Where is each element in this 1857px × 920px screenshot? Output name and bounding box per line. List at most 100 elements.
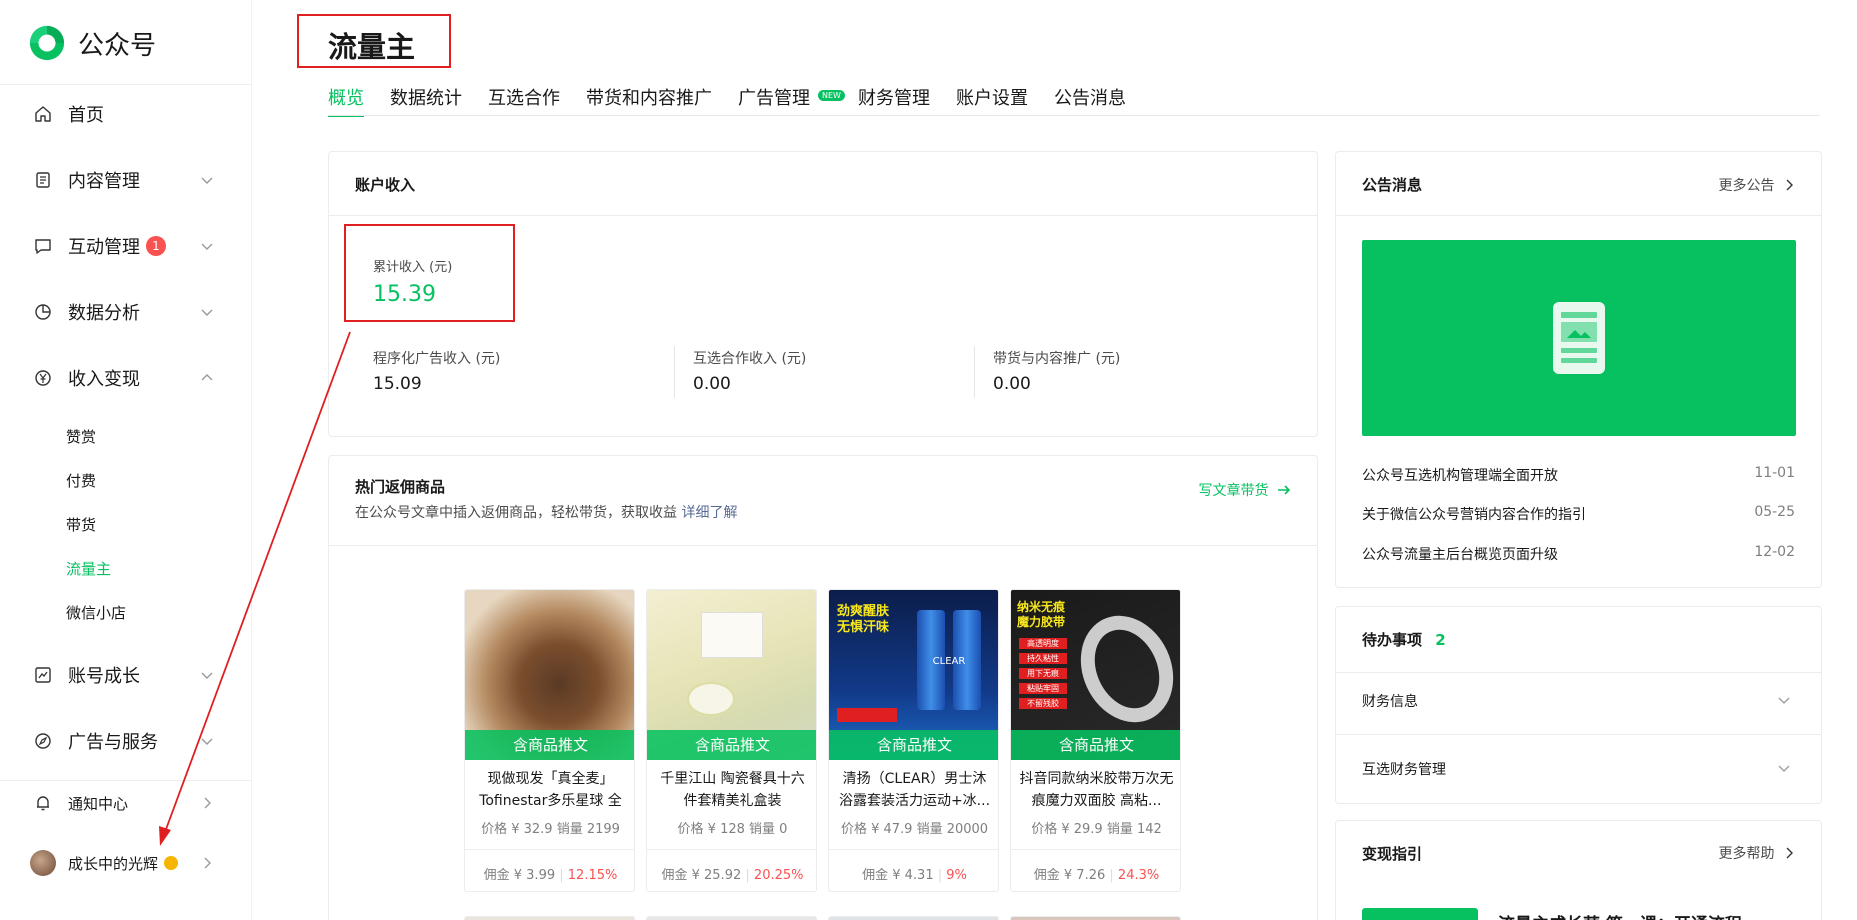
sidebar-item-ads-services[interactable]: 广告与服务 [0,719,252,763]
notices-title: 公告消息 [1362,176,1423,194]
notice-banner[interactable] [1362,240,1796,436]
price-value: 价格 ¥ 32.9 [481,822,553,837]
todo-item-label: 互选财务管理 [1362,762,1446,778]
commission-rate: 20.25% [753,868,804,883]
product-commission: 佣金 ¥ 4.31 | 9% [862,868,967,883]
sidebar-item-analytics[interactable]: 数据分析 [0,290,252,334]
user-profile[interactable]: 成长中的光辉 [0,841,252,885]
commerce-promotion-income-label: 带货与内容推广 (元) [993,351,1121,367]
todo-item-mutual-finance[interactable]: 互选财务管理 [1362,759,1791,779]
hot-products-title: 热门返佣商品 [355,478,446,496]
price-value: 价格 ¥ 29.9 [1031,822,1103,837]
hot-products-card: 热门返佣商品 在公众号文章中插入返佣商品，轻松带货，获取收益 详细了解 写文章带… [328,455,1318,920]
tab-overview[interactable]: 概览 [328,84,364,117]
tab-announcements[interactable]: 公告消息 [1054,84,1126,114]
more-help-link[interactable]: 更多帮助 [1719,843,1795,863]
price-value: 价格 ¥ 47.9 [840,822,913,837]
user-name: 成长中的光辉 [68,854,159,873]
product-card[interactable] [1010,916,1181,920]
write-article-link[interactable]: 写文章带货 [1199,480,1291,500]
sidebar-item-label: 收入变现 [68,369,140,390]
product-card[interactable]: 纳米无痕 魔力胶带 高透明度 持久粘性 用下无痕 粘贴牢固 不留残胶 含商品推文… [1010,589,1181,892]
logo[interactable]: 公众号 [28,24,156,62]
page-title: 流量主 [328,30,416,64]
product-card[interactable] [828,916,999,920]
sidebar-subitem-appreciation[interactable]: 赞赏 [66,426,96,447]
sidebar-item-growth[interactable]: 账号成长 [0,653,252,697]
sidebar-item-label: 首页 [68,105,104,126]
write-article-label: 写文章带货 [1198,483,1269,499]
guide-thumbnail[interactable] [1362,908,1478,920]
product-name: 千里江山 陶瓷餐具十六件套精美礼盒装 [660,771,805,809]
sidebar-item-interaction[interactable]: 互动管理 1 [0,224,252,268]
notice-item[interactable]: 公众号流量主后台概览页面升级 12-02 [1362,544,1795,564]
sidebar-item-notifications[interactable]: 通知中心 [0,781,252,825]
sidebar-item-monetization[interactable]: 收入变现 [0,356,252,400]
tab-account-settings[interactable]: 账户设置 [956,84,1028,114]
divider [1336,734,1821,735]
more-notices-label: 更多公告 [1718,178,1775,194]
sidebar-item-label: 账号成长 [68,666,140,687]
sidebar-subitem-traffic-owner[interactable]: 流量主 [66,558,111,579]
yuan-icon [34,369,52,387]
product-image-brand: CLEAR [932,656,966,667]
wechat-official-logo-icon [29,25,65,61]
sidebar-item-content[interactable]: 内容管理 [0,158,252,202]
document-illustration-icon [1553,302,1605,374]
sidebar-item-home[interactable]: 首页 [0,92,252,136]
sidebar-subitem-paid[interactable]: 付费 [66,470,96,491]
tab-commerce-promotion[interactable]: 带货和内容推广 [586,84,712,114]
sidebar-subitem-commerce[interactable]: 带货 [66,514,96,535]
product-ribbon: 含商品推文 [1011,730,1180,760]
sidebar: 公众号 首页 内容管理 互动管理 1 数据分析 收入变现 赞赏 付费 带货 流量… [0,0,252,920]
tab-ad-management[interactable]: 广告管理 NEW [738,84,845,114]
verified-badge-icon [164,856,179,870]
product-image-headline: 纳米无痕 魔力胶带 [1017,600,1066,629]
mutual-cooperation-income-label: 互选合作收入 (元) [693,351,807,367]
notice-date: 12-02 [1754,544,1795,560]
sidebar-item-label: 数据分析 [68,303,140,324]
todo-title-label: 待办事项 [1362,631,1423,649]
tape-tag: 粘贴牢固 [1019,683,1067,694]
document-icon [34,171,52,189]
chevron-right-icon [204,857,211,869]
product-price: 价格 ¥ 128 销量 0 [647,818,816,837]
learn-more-link[interactable]: 详细了解 [681,505,737,521]
notice-item[interactable]: 关于微信公众号营销内容合作的指引 05-25 [1362,504,1795,524]
sidebar-subitem-wechat-store[interactable]: 微信小店 [66,602,126,623]
notice-date: 11-01 [1754,465,1795,481]
divider [829,849,998,850]
notices-card: 公告消息 更多公告 公众号互选机构管理端全面开放 11-01 关于微信公众号营销… [1335,151,1822,588]
product-card[interactable]: 含商品推文 千里江山 陶瓷餐具十六件套精美礼盒装 价格 ¥ 128 销量 0 佣… [646,589,817,892]
compass-icon [34,732,52,750]
product-card[interactable] [464,916,635,920]
notice-item[interactable]: 公众号互选机构管理端全面开放 11-01 [1362,465,1795,485]
programmatic-ad-income-label: 程序化广告收入 (元) [373,351,501,367]
price-value: 价格 ¥ 128 [677,822,745,837]
tab-finance[interactable]: 财务管理 [858,84,930,114]
chevron-right-icon [1786,847,1793,859]
tape-tag: 不留残胶 [1019,698,1067,709]
total-income-label: 累计收入 (元) [373,260,453,275]
todo-title: 待办事项 2 [1362,629,1446,650]
product-commission: 佣金 ¥ 25.92 | 20.25% [661,868,804,883]
chevron-up-icon [201,374,213,381]
product-card[interactable]: 含商品推文 现做现发「真全麦」Tofinestar多乐星球 全麦... 价格 ¥… [464,589,635,892]
chat-icon [34,237,52,255]
more-notices-link[interactable]: 更多公告 [1719,175,1795,195]
product-ribbon: 含商品推文 [647,730,816,760]
tab-mutual-selection[interactable]: 互选合作 [488,84,560,114]
divider [0,84,252,85]
chevron-down-icon [201,177,213,184]
divider [674,346,675,398]
todo-item-finance[interactable]: 财务信息 [1362,691,1791,711]
guide-item[interactable]: 流量主成长营 第一课：开通流程 [1498,910,1742,920]
product-card[interactable]: 劲爽醒肤 无惧汗味 CLEAR 含商品推文 清扬（CLEAR）男士沐浴露套装活力… [828,589,999,892]
top-tabs: 概览 数据统计 互选合作 带货和内容推广 广告管理 NEW 财务管理 账户设置 … [328,84,1152,117]
tab-data-stats[interactable]: 数据统计 [390,84,462,114]
product-ribbon: 含商品推文 [829,730,998,760]
product-ribbon: 含商品推文 [465,730,634,760]
product-card[interactable] [646,916,817,920]
product-name: 抖音同款纳米胶带万次无痕魔力双面胶 高粘... [1019,771,1174,809]
chevron-down-icon [201,243,213,250]
